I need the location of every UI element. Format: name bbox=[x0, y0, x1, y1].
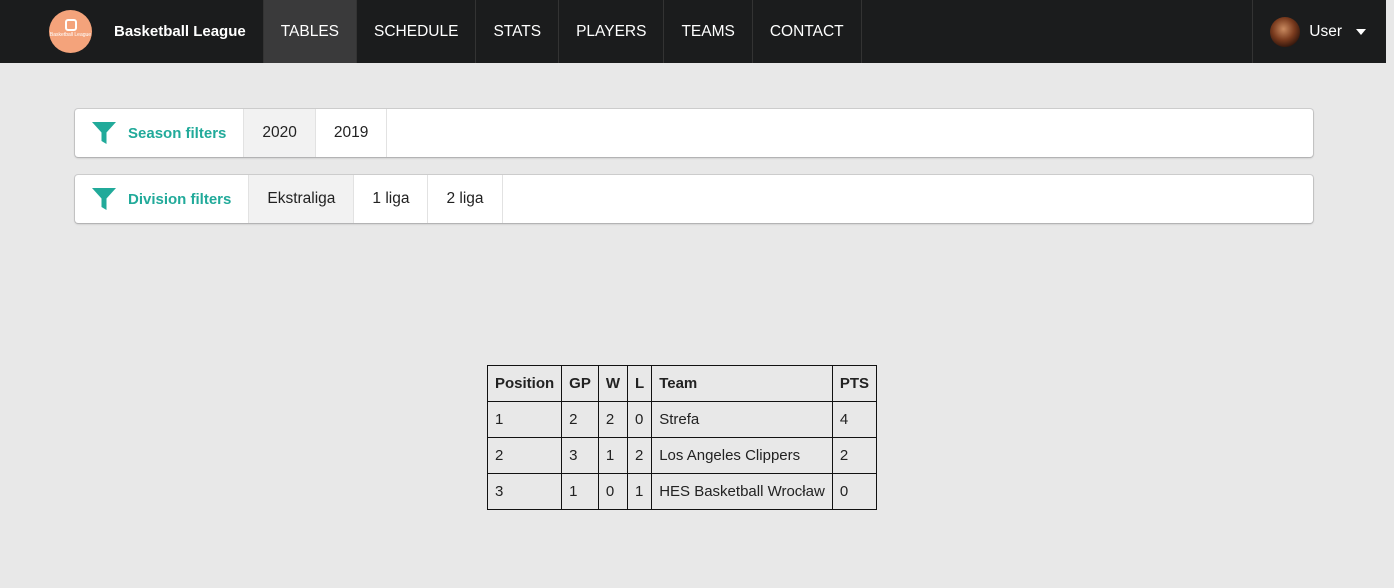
filter-icon bbox=[92, 122, 116, 144]
division-option-1-liga[interactable]: 1 liga bbox=[354, 175, 429, 223]
cell-team: Strefa bbox=[651, 401, 833, 438]
avatar bbox=[1270, 16, 1301, 47]
logo-text: Basketball League bbox=[49, 32, 92, 38]
header-w: W bbox=[597, 365, 629, 402]
cell-position: 1 bbox=[486, 401, 563, 438]
league-logo: Basketball League bbox=[49, 10, 92, 53]
cell-team: Los Angeles Clippers bbox=[651, 437, 833, 474]
cell-pts: 0 bbox=[831, 473, 878, 510]
nav-item-schedule[interactable]: SCHEDULE bbox=[357, 0, 477, 63]
header-position: Position bbox=[486, 365, 563, 402]
logo-mark-icon bbox=[64, 19, 77, 31]
table-row: 3 1 0 1 HES Basketball Wrocław 0 bbox=[486, 473, 878, 510]
nav-item-teams[interactable]: TEAMS bbox=[664, 0, 753, 63]
header-l: L bbox=[627, 365, 653, 402]
cell-l: 1 bbox=[627, 473, 653, 510]
division-filter-title: Division filters bbox=[128, 190, 232, 208]
nav-item-stats[interactable]: STATS bbox=[476, 0, 560, 63]
cell-w: 2 bbox=[597, 401, 629, 438]
cell-gp: 2 bbox=[561, 401, 599, 438]
cell-position: 2 bbox=[486, 437, 563, 474]
filter-icon bbox=[92, 188, 116, 210]
cell-l: 2 bbox=[627, 437, 653, 474]
cell-gp: 3 bbox=[561, 437, 599, 474]
season-filter-header: Season filters bbox=[75, 109, 245, 157]
caret-down-icon bbox=[1356, 28, 1366, 35]
top-navbar: Basketball League Basketball League TABL… bbox=[0, 0, 1386, 63]
page-scrollbar[interactable] bbox=[1386, 0, 1394, 588]
cell-l: 0 bbox=[627, 401, 653, 438]
cell-pts: 4 bbox=[831, 401, 878, 438]
table-header-row: Position GP W L Team PTS bbox=[486, 365, 878, 402]
standings-table: Position GP W L Team PTS 1 2 2 0 Strefa … bbox=[486, 365, 878, 510]
table-row: 2 3 1 2 Los Angeles Clippers 2 bbox=[486, 437, 878, 474]
division-option-ekstraliga[interactable]: Ekstraliga bbox=[249, 175, 355, 223]
season-option-2020[interactable]: 2020 bbox=[244, 109, 316, 157]
division-option-2-liga[interactable]: 2 liga bbox=[428, 175, 503, 223]
cell-pts: 2 bbox=[831, 437, 878, 474]
division-filter-header: Division filters bbox=[75, 175, 250, 223]
season-filter-title: Season filters bbox=[128, 124, 227, 142]
cell-w: 1 bbox=[597, 437, 629, 474]
table-row: 1 2 2 0 Strefa 4 bbox=[486, 401, 878, 438]
cell-gp: 1 bbox=[561, 473, 599, 510]
nav-item-contact[interactable]: CONTACT bbox=[753, 0, 862, 63]
user-menu-dropdown[interactable]: User bbox=[1252, 0, 1386, 63]
user-label: User bbox=[1309, 22, 1342, 40]
season-filter-bar: Season filters 2020 2019 bbox=[75, 109, 1313, 157]
nav-item-tables[interactable]: TABLES bbox=[263, 0, 358, 63]
header-team: Team bbox=[651, 365, 833, 402]
nav-item-players[interactable]: PLAYERS bbox=[559, 0, 665, 63]
division-filter-bar: Division filters Ekstraliga 1 liga 2 lig… bbox=[75, 175, 1313, 223]
header-gp: GP bbox=[561, 365, 599, 402]
season-option-2019[interactable]: 2019 bbox=[316, 109, 388, 157]
brand[interactable]: Basketball League Basketball League bbox=[0, 0, 264, 63]
cell-w: 0 bbox=[597, 473, 629, 510]
header-pts: PTS bbox=[831, 365, 878, 402]
brand-name: Basketball League bbox=[114, 23, 246, 40]
cell-position: 3 bbox=[486, 473, 563, 510]
cell-team: HES Basketball Wrocław bbox=[651, 473, 833, 510]
